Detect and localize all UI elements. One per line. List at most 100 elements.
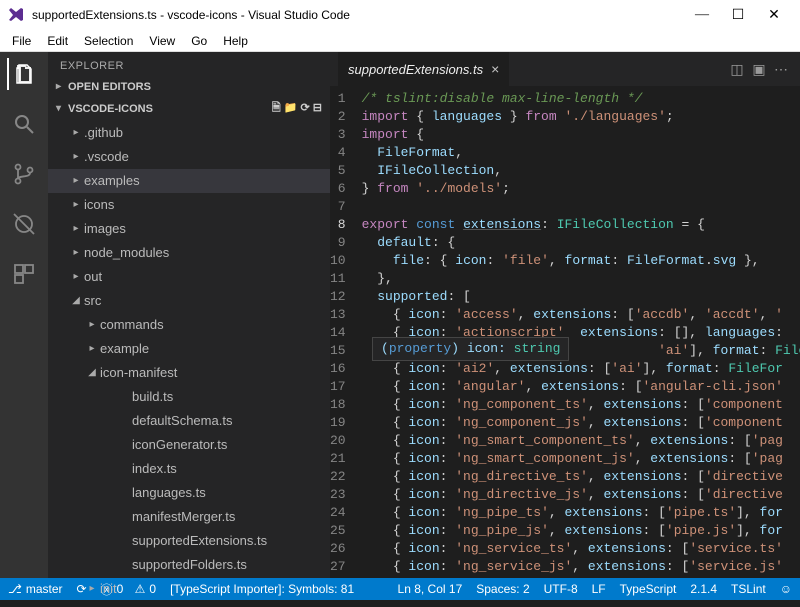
code-area[interactable]: /* tslint:disable max-line-length */impo… [356,86,800,578]
menu-edit[interactable]: Edit [39,32,76,50]
tree-label: commands [100,317,164,332]
status-lang[interactable]: TypeScript [620,582,677,596]
tree-label: supportedFolders.ts [132,557,247,572]
activity-search[interactable] [8,108,40,140]
folder-item[interactable]: ▸.github [48,121,330,145]
folder-item[interactable]: ▸example [48,337,330,361]
tree-label: supportedExtensions.ts [132,533,267,548]
twistie-icon[interactable]: ▸ [70,171,82,191]
tree-label: .github [84,125,123,140]
sidebar-title: EXPLORER [60,60,124,72]
file-item[interactable]: manifestMerger.ts [48,505,330,529]
status-version[interactable]: 2.1.4 [690,582,717,596]
menu-file[interactable]: File [4,32,39,50]
twistie-icon[interactable]: ◢ [86,363,98,383]
split-editor-icon[interactable]: ◫ [726,61,748,78]
tree-label: manifestMerger.ts [132,509,235,524]
tree-label: .vscode [84,149,129,164]
tree-label: src [84,293,101,308]
tree-label: node_modules [84,245,169,260]
vscode-logo-icon [8,7,24,23]
twistie-icon[interactable]: ▸ [70,123,82,143]
tree-label: examples [84,173,140,188]
twistie-icon[interactable]: ▸ [86,579,98,599]
folder-item[interactable]: ▸icons [48,193,330,217]
folder-item[interactable]: ▸out [48,265,330,289]
folder-item[interactable]: ▸examples [48,169,330,193]
folder-item[interactable]: ▸node_modules [48,241,330,265]
maximize-button[interactable]: ☐ [720,7,756,24]
collapse-all-icon[interactable]: ⊟ [313,102,322,114]
status-tslint[interactable]: TSLint [731,582,766,596]
status-spaces[interactable]: Spaces: 2 [476,582,529,596]
folder-item[interactable]: ▸commands [48,313,330,337]
file-item[interactable]: build.ts [48,385,330,409]
twistie-icon[interactable]: ▸ [70,219,82,239]
close-button[interactable]: ✕ [756,7,792,24]
activity-explorer[interactable] [7,58,39,90]
menu-selection[interactable]: Selection [76,32,141,50]
menubar: File Edit Selection View Go Help [0,30,800,52]
twistie-icon[interactable]: ▸ [70,147,82,167]
editor[interactable]: 1234567891011121314151617181920212223242… [330,86,800,578]
minimize-button[interactable]: — [684,7,720,23]
tree-label: build.ts [132,389,173,404]
new-folder-icon[interactable]: 📁 [284,102,298,114]
tree-label: icons [84,197,114,212]
tab-title: supportedExtensions.ts [348,62,483,77]
folder-item[interactable]: ▸images [48,217,330,241]
twistie-icon[interactable]: ▸ [86,339,98,359]
tree-label: out [84,269,102,284]
menu-go[interactable]: Go [183,32,215,50]
tree-label: languages.ts [132,485,206,500]
new-file-icon[interactable]: 🗎 [272,102,281,114]
status-cursor[interactable]: Ln 8, Col 17 [398,582,463,596]
folder-item[interactable]: ▸init [48,577,330,601]
menu-help[interactable]: Help [215,32,256,50]
more-actions-icon[interactable]: ⋯ [770,61,792,78]
window-titlebar: supportedExtensions.ts - vscode-icons - … [0,0,800,30]
twistie-icon[interactable]: ▸ [70,195,82,215]
tree-label: example [100,341,149,356]
line-gutter: 1234567891011121314151617181920212223242… [330,86,356,578]
editor-group: supportedExtensions.ts × ◫ ▣ ⋯ 123456789… [330,52,800,578]
activity-scm[interactable] [8,158,40,190]
file-item[interactable]: defaultSchema.ts [48,409,330,433]
folder-item[interactable]: ◢src [48,289,330,313]
extensions-icon [12,262,36,286]
file-item[interactable]: supportedFolders.ts [48,553,330,577]
tree-label: defaultSchema.ts [132,413,232,428]
status-encoding[interactable]: UTF-8 [544,582,578,596]
folder-item[interactable]: ◢icon-manifest [48,361,330,385]
twistie-icon[interactable]: ▸ [70,243,82,263]
file-tree[interactable]: ▸.github▸.vscode▸examples▸icons▸images▸n… [48,121,330,607]
twistie-icon[interactable]: ◢ [70,291,82,311]
twistie-icon[interactable]: ▸ [70,267,82,287]
tab-supported-extensions[interactable]: supportedExtensions.ts × [338,52,509,86]
tree-label: init [100,581,117,596]
folder-item[interactable]: ▸.vscode [48,145,330,169]
file-item[interactable]: index.ts [48,457,330,481]
close-icon[interactable]: × [491,61,499,77]
menu-view[interactable]: View [141,32,183,50]
twistie-icon[interactable]: ▸ [86,315,98,335]
status-eol[interactable]: LF [592,582,606,596]
activity-extensions[interactable] [8,258,40,290]
tab-bar: supportedExtensions.ts × ◫ ▣ ⋯ [330,52,800,86]
file-item[interactable]: supportedExtensions.ts [48,529,330,553]
tree-label: images [84,221,126,236]
hover-text: (property) icon: string [381,341,560,356]
hover-tooltip: (property) icon: string [372,337,569,361]
search-icon [12,112,36,136]
file-item[interactable]: languages.ts [48,481,330,505]
status-feedback[interactable]: ☺ [780,582,792,596]
activity-debug[interactable] [8,208,40,240]
git-branch-icon: ⎇ [8,582,22,596]
section-project[interactable]: VSCODE-ICONS 🗎 📁 ⟳ ⊟ [48,96,330,121]
toggle-sidebar-icon[interactable]: ▣ [748,61,770,78]
section-project-label: VSCODE-ICONS [68,103,153,115]
file-item[interactable]: iconGenerator.ts [48,433,330,457]
refresh-icon[interactable]: ⟳ [301,102,310,114]
sidebar-explorer: EXPLORER OPEN EDITORS VSCODE-ICONS 🗎 📁 ⟳… [48,52,330,578]
section-open-editors[interactable]: OPEN EDITORS [48,78,330,96]
